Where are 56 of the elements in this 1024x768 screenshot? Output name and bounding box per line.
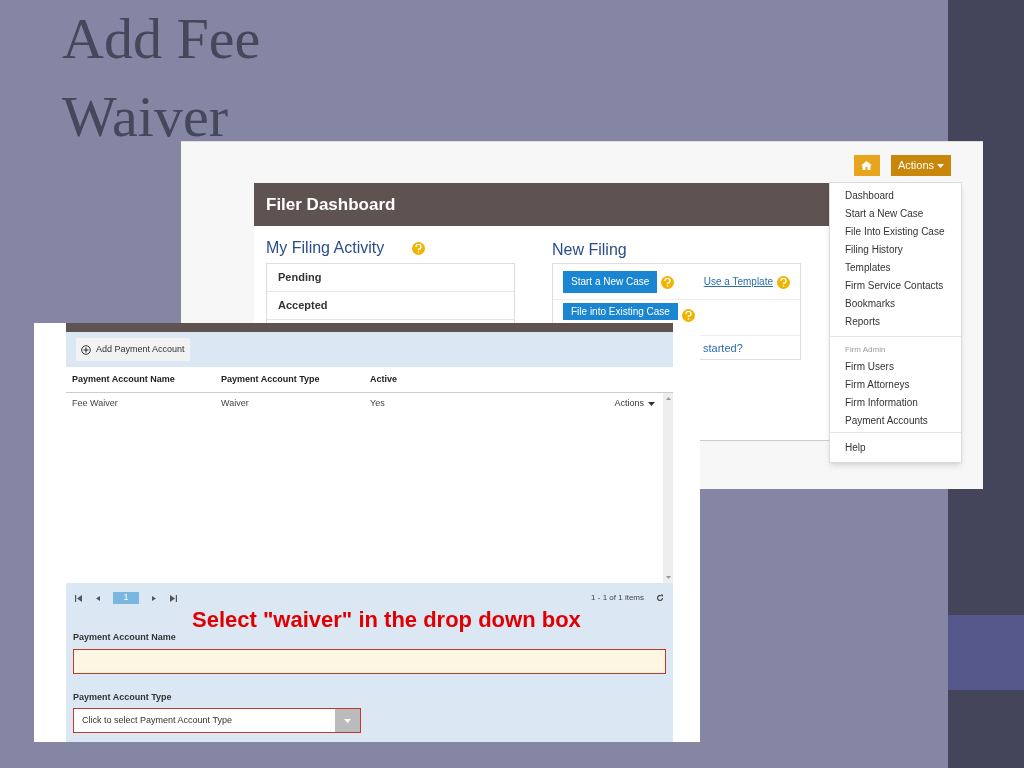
template-link[interactable]: Use a Template: [703, 274, 773, 289]
menu-item[interactable]: Firm Attorneys: [830, 375, 961, 393]
help-icon[interactable]: [412, 241, 426, 255]
column-header[interactable]: Payment Account Name: [72, 372, 221, 387]
section-title: My Filing Activity: [266, 238, 385, 258]
type-dropdown[interactable]: Click to select Payment Account Type: [73, 708, 361, 733]
file-case-button[interactable]: File into Existing Case: [563, 303, 678, 320]
menu-item[interactable]: File Into Existing Case: [830, 222, 961, 240]
section-title: New Filing: [552, 240, 628, 258]
field-label: Payment Account Type: [73, 690, 173, 704]
help-link[interactable]: started?: [703, 339, 743, 357]
table-cell-text: Yes: [370, 397, 386, 411]
previous-page-icon[interactable]: [94, 594, 101, 602]
menu-item[interactable]: Filing History: [830, 240, 961, 258]
field-label: Payment Account Name: [73, 631, 177, 644]
scroll-up-icon[interactable]: [665, 397, 671, 400]
help-icon[interactable]: [777, 275, 790, 289]
menu-item[interactable]: Bookmarks: [830, 294, 961, 312]
menu-item[interactable]: Dashboard: [830, 186, 961, 204]
pager-summary: 1 - 1 of 1 items: [591, 592, 644, 604]
home-button[interactable]: [853, 155, 880, 176]
menu-item[interactable]: Firm Users: [830, 357, 961, 375]
first-page-icon[interactable]: [75, 594, 82, 602]
row-actions-button[interactable]: Actions: [614, 397, 657, 411]
activity-item[interactable]: Pending: [267, 264, 514, 292]
menu-item[interactable]: Help: [830, 438, 961, 456]
add-account-button[interactable]: Add Payment Account: [76, 338, 190, 361]
menu-item[interactable]: Firm Information: [830, 393, 961, 411]
caret-icon: [344, 718, 351, 723]
column-header[interactable]: Active: [370, 372, 519, 387]
menu-heading: Firm Admin: [844, 343, 887, 356]
scrollbar[interactable]: [663, 393, 673, 583]
panel-title: Filer Dashboard: [266, 193, 396, 216]
activity-item[interactable]: Accepted: [267, 292, 514, 320]
table-cell-text: Waiver: [221, 397, 250, 411]
scroll-down-icon[interactable]: [665, 576, 671, 579]
menu-item[interactable]: Firm Service Contacts: [830, 276, 961, 294]
menu-item[interactable]: Reports: [830, 312, 961, 330]
refresh-icon[interactable]: [656, 594, 664, 602]
name-field[interactable]: [73, 648, 666, 674]
table-cell-text: Fee Waiver: [72, 397, 119, 411]
caret-icon: [648, 402, 655, 406]
start-case-button[interactable]: Start a New Case: [563, 270, 658, 293]
callout-text: Select "waiver" in the drop down box: [192, 606, 581, 634]
menu-item[interactable]: Payment Accounts: [830, 411, 961, 429]
slide-title: Add Fee Waiver: [62, 5, 262, 151]
next-page-icon[interactable]: [151, 594, 158, 602]
plus-circle-icon: [81, 344, 91, 355]
column-header[interactable]: Payment Account Type: [221, 372, 370, 387]
menu-item[interactable]: Templates: [830, 258, 961, 276]
help-icon[interactable]: [661, 275, 675, 289]
home-icon: [861, 161, 873, 170]
help-icon[interactable]: [681, 309, 695, 322]
menu-item[interactable]: Start a New Case: [830, 204, 961, 222]
caret-icon: [937, 163, 944, 168]
last-page-icon[interactable]: [170, 594, 177, 602]
